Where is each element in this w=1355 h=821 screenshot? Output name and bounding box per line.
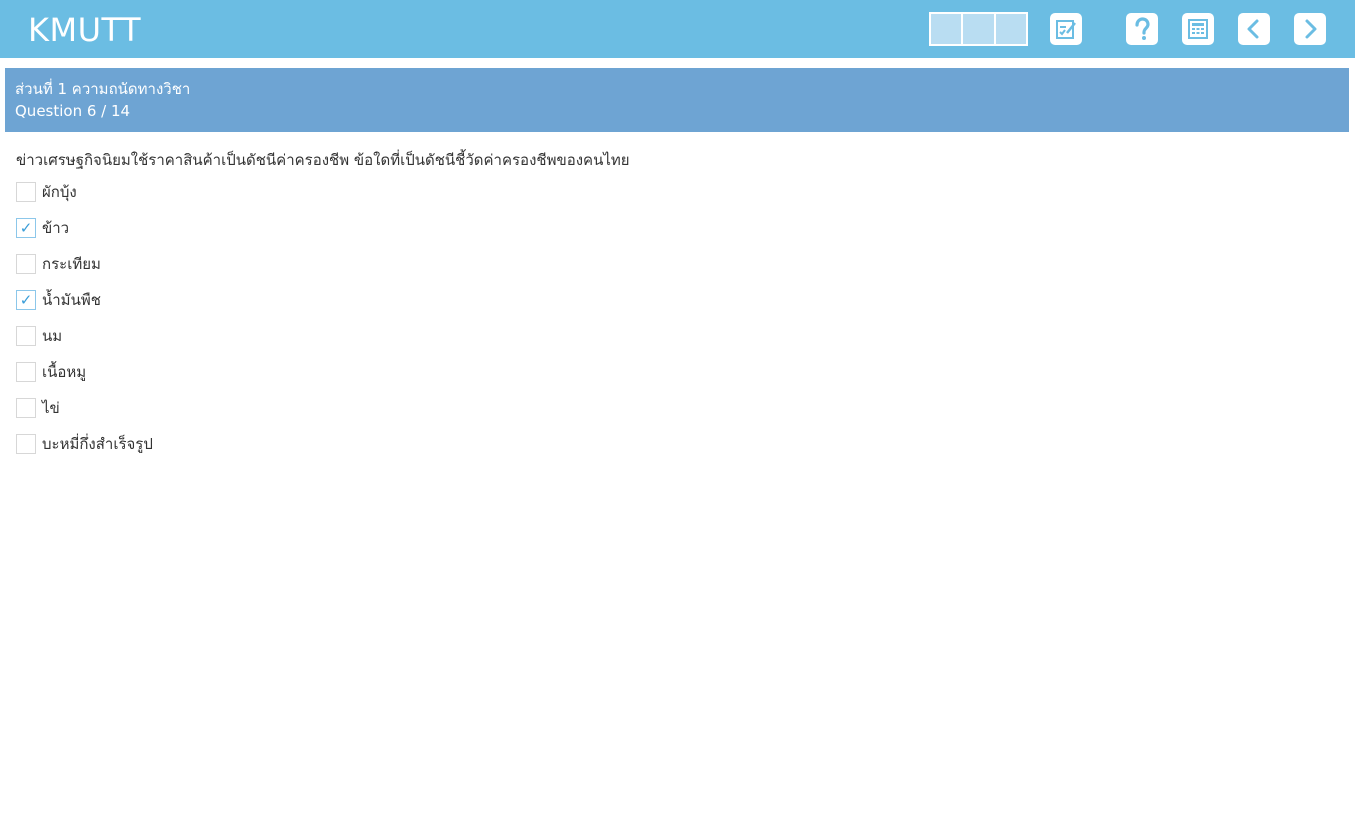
section-header: ส่วนที่ 1 ความถนัดทางวิชา Question 6 / 1… (5, 68, 1349, 132)
previous-button[interactable] (1238, 13, 1270, 45)
answer-option[interactable]: ✓ ข้าว (16, 218, 153, 254)
answer-option[interactable]: เนื้อหมู (16, 362, 153, 398)
option-label[interactable]: ไข่ (42, 397, 60, 419)
option-label[interactable]: เนื้อหมู (42, 361, 86, 383)
progress-segment (931, 14, 964, 44)
chevron-right-icon (1305, 19, 1317, 39)
next-button[interactable] (1294, 13, 1326, 45)
calculator-button[interactable] (1182, 13, 1214, 45)
option-label[interactable]: น้ำมันพืช (42, 289, 101, 311)
checkbox[interactable] (16, 326, 36, 346)
option-label[interactable]: บะหมี่กึ่งสำเร็จรูป (42, 433, 153, 455)
chevron-left-icon (1247, 19, 1259, 39)
checkbox[interactable]: ✓ (16, 290, 36, 310)
answer-options: ผักบุ้ง ✓ ข้าว กระเทียม ✓ น้ำมันพืช นม เ… (16, 182, 153, 470)
top-bar: KMUTT (0, 0, 1355, 58)
checkbox[interactable]: ✓ (16, 218, 36, 238)
calculator-icon (1188, 19, 1208, 39)
checkbox[interactable] (16, 398, 36, 418)
option-label[interactable]: ข้าว (42, 217, 69, 239)
checkbox[interactable] (16, 434, 36, 454)
review-button[interactable] (1050, 13, 1082, 45)
answer-option[interactable]: ไข่ (16, 398, 153, 434)
app-logo: KMUTT (28, 11, 142, 49)
answer-option[interactable]: ผักบุ้ง (16, 182, 153, 218)
progress-indicator (929, 12, 1028, 46)
question-counter: Question 6 / 14 (15, 102, 131, 120)
checkbox[interactable] (16, 362, 36, 382)
option-label[interactable]: ผักบุ้ง (42, 181, 77, 203)
help-button[interactable] (1126, 13, 1158, 45)
checkbox[interactable] (16, 254, 36, 274)
section-title: ส่วนที่ 1 ความถนัดทางวิชา (15, 80, 191, 98)
option-label[interactable]: กระเทียม (42, 253, 101, 275)
option-label[interactable]: นม (42, 325, 62, 347)
answer-option[interactable]: บะหมี่กึ่งสำเร็จรูป (16, 434, 153, 470)
answer-option[interactable]: ✓ น้ำมันพืช (16, 290, 153, 326)
question-mark-icon (1135, 17, 1150, 40)
answer-option[interactable]: กระเทียม (16, 254, 153, 290)
question-text: ข่าวเศรษฐกิจนิยมใช้ราคาสินค้าเป็นดัชนีค่… (16, 151, 630, 169)
edit-checklist-icon (1056, 20, 1076, 39)
answer-option[interactable]: นม (16, 326, 153, 362)
checkbox[interactable] (16, 182, 36, 202)
progress-segment (963, 14, 996, 44)
progress-segment (995, 14, 1026, 44)
